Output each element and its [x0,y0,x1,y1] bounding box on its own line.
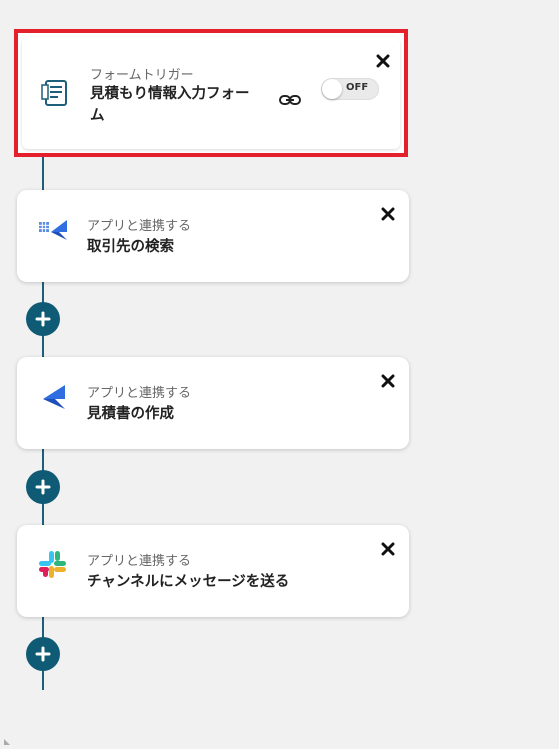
step-subtitle: アプリと連携する [87,219,192,234]
plus-icon [35,646,51,662]
plus-icon [35,311,51,327]
trigger-card-form[interactable]: フォームトリガー 見積もり情報入力フォーム OFF [14,29,408,157]
link-icon[interactable] [278,92,302,108]
swallow-icon [37,381,69,413]
step-title: 見積もり情報入力フォーム [90,86,250,124]
close-icon[interactable] [381,206,395,221]
add-step-button[interactable] [26,302,60,336]
form-icon [40,77,72,109]
close-icon[interactable] [381,373,395,388]
add-step-button[interactable] [26,637,60,671]
step-subtitle: フォームトリガー [90,68,194,83]
toggle-knob [322,79,342,99]
step-subtitle: アプリと連携する [87,386,192,401]
step-subtitle: アプリと連携する [87,554,192,569]
app-table-swallow-icon [37,214,69,246]
trigger-toggle[interactable]: OFF [321,78,379,100]
resize-corner-icon [4,730,10,745]
step-card-send-message[interactable]: アプリと連携する チャンネルにメッセージを送る [17,525,409,617]
step-title: 見積書の作成 [87,406,174,422]
plus-icon [35,479,51,495]
add-step-button[interactable] [26,470,60,504]
slack-icon [37,549,69,581]
step-card-search-client[interactable]: アプリと連携する 取引先の検索 [17,190,409,282]
trigger-card-inner: フォームトリガー 見積もり情報入力フォーム OFF [22,37,400,149]
step-card-create-quote[interactable]: アプリと連携する 見積書の作成 [17,357,409,449]
toggle-label: OFF [346,82,369,93]
step-title: チャンネルにメッセージを送る [87,574,290,590]
close-icon[interactable] [376,53,390,68]
step-title: 取引先の検索 [87,239,174,255]
close-icon[interactable] [381,541,395,556]
